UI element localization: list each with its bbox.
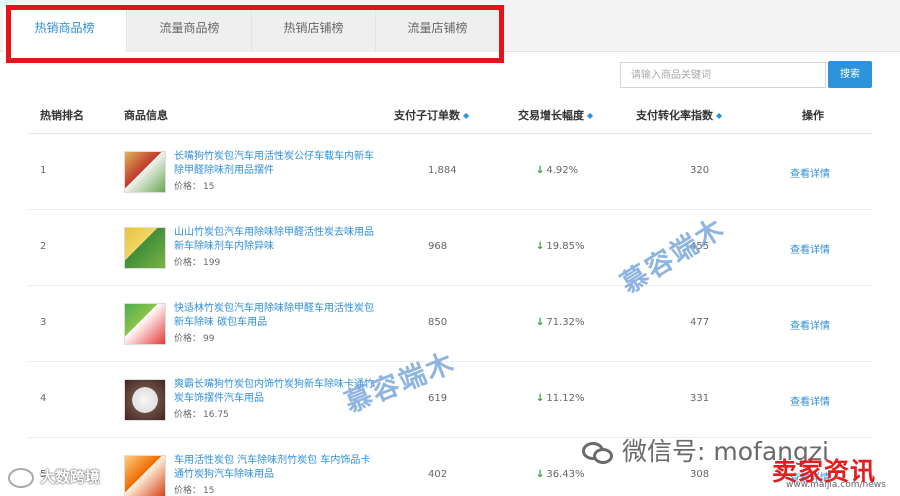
logo-url: www.maijia.com/news bbox=[786, 480, 886, 490]
arrow-down-icon: ↓ bbox=[536, 165, 545, 176]
view-details-link[interactable]: 查看详情 bbox=[790, 393, 830, 408]
rank-value: 1 bbox=[40, 165, 47, 176]
product-name-link[interactable]: 长嘴狗竹炭包汽车用活性炭公仔车载车内新车除甲醛除味剂用品摆件 bbox=[174, 150, 374, 178]
growth-value: ↓ 11.12% bbox=[536, 393, 585, 404]
price-label: 价格： bbox=[174, 486, 202, 496]
tab-bar: 热销商品榜 流量商品榜 热销店铺榜 流量店铺榜 bbox=[0, 0, 900, 52]
conversion-value: 477 bbox=[690, 317, 710, 328]
product-price: 价格： 99 bbox=[174, 331, 214, 344]
header-product: 商品信息 bbox=[124, 109, 168, 122]
orders-value: 402 bbox=[428, 469, 448, 480]
product-thumbnail[interactable] bbox=[124, 227, 166, 269]
price-label: 价格： bbox=[174, 334, 202, 344]
price-value: 16.75 bbox=[203, 410, 229, 420]
price-value: 15 bbox=[203, 486, 215, 496]
growth-percent: 11.12% bbox=[546, 393, 585, 404]
view-details-link[interactable]: 查看详情 bbox=[790, 241, 830, 256]
sort-icon[interactable]: ◆ bbox=[463, 98, 469, 134]
orders-value: 1,884 bbox=[428, 165, 457, 176]
conversion-value: 320 bbox=[690, 165, 710, 176]
growth-percent: 36.43% bbox=[546, 469, 585, 480]
growth-value: ↓ 36.43% bbox=[536, 469, 585, 480]
tab-hot-products[interactable]: 热销商品榜 bbox=[3, 8, 127, 52]
price-label: 价格： bbox=[174, 410, 202, 420]
price-value: 15 bbox=[203, 182, 215, 192]
product-name-link[interactable]: 车用活性炭包 汽车除味剂竹炭包 车内饰品卡通竹炭狗汽车除味用品 bbox=[174, 454, 374, 482]
tab-traffic-stores[interactable]: 流量店铺榜 bbox=[376, 8, 500, 52]
header-orders-label: 支付子订单数 bbox=[394, 109, 460, 122]
tab-traffic-products[interactable]: 流量商品榜 bbox=[128, 8, 252, 52]
product-thumbnail[interactable] bbox=[124, 303, 166, 345]
header-growth[interactable]: 交易增长幅度 ◆ bbox=[518, 98, 593, 134]
table-row: 2 山山竹炭包汽车用除味除甲醛活性炭去味用品新车除味剂车内除异味 价格： 199 … bbox=[28, 210, 872, 286]
logo-left-text: 大数跨境 bbox=[40, 468, 101, 486]
product-thumbnail[interactable] bbox=[124, 455, 166, 496]
product-name-link[interactable]: 快适林竹炭包汽车用除味除甲醛车用活性炭包新车除味 碳包车用品 bbox=[174, 302, 374, 330]
price-label: 价格： bbox=[174, 258, 202, 268]
view-details-link[interactable]: 查看详情 bbox=[790, 317, 830, 332]
view-details-link[interactable]: 查看详情 bbox=[790, 165, 830, 180]
price-value: 99 bbox=[203, 334, 215, 344]
conversion-value: 331 bbox=[690, 393, 710, 404]
growth-percent: 71.32% bbox=[546, 317, 585, 328]
search-input[interactable] bbox=[620, 62, 826, 88]
rank-value: 3 bbox=[40, 317, 47, 328]
logo-left: 大数跨境 bbox=[8, 466, 100, 488]
orders-value: 968 bbox=[428, 241, 448, 252]
growth-value: ↓ 4.92% bbox=[536, 165, 578, 176]
header-rank: 热销排名 bbox=[40, 109, 84, 122]
tab-hot-stores[interactable]: 热销店铺榜 bbox=[252, 8, 376, 52]
table-row: 1 长嘴狗竹炭包汽车用活性炭公仔车载车内新车除甲醛除味剂用品摆件 价格： 15 1… bbox=[28, 134, 872, 210]
arrow-down-icon: ↓ bbox=[536, 469, 545, 480]
growth-value: ↓ 19.85% bbox=[536, 241, 585, 252]
header-conversion[interactable]: 支付转化率指数 ◆ bbox=[636, 98, 722, 134]
product-price: 价格： 15 bbox=[174, 179, 214, 192]
rank-value: 2 bbox=[40, 241, 47, 252]
table-header: 热销排名 商品信息 支付子订单数 ◆ 交易增长幅度 ◆ 支付转化率指数 ◆ 操作 bbox=[28, 98, 872, 134]
orders-value: 850 bbox=[428, 317, 448, 328]
arrow-down-icon: ↓ bbox=[536, 317, 545, 328]
product-thumbnail[interactable] bbox=[124, 379, 166, 421]
price-value: 199 bbox=[203, 258, 221, 268]
rank-value: 4 bbox=[40, 393, 47, 404]
sort-icon[interactable]: ◆ bbox=[587, 98, 593, 134]
brand-mark-icon bbox=[8, 467, 34, 488]
product-price: 价格： 15 bbox=[174, 483, 214, 496]
growth-percent: 4.92% bbox=[546, 165, 579, 176]
sort-icon[interactable]: ◆ bbox=[716, 98, 722, 134]
header-orders[interactable]: 支付子订单数 ◆ bbox=[394, 98, 469, 134]
orders-value: 619 bbox=[428, 393, 448, 404]
growth-value: ↓ 71.32% bbox=[536, 317, 585, 328]
product-price: 价格： 16.75 bbox=[174, 407, 229, 420]
wechat-icon bbox=[582, 440, 616, 466]
product-price: 价格： 199 bbox=[174, 255, 220, 268]
growth-percent: 19.85% bbox=[546, 241, 585, 252]
product-thumbnail[interactable] bbox=[124, 151, 166, 193]
price-label: 价格： bbox=[174, 182, 202, 192]
search-button[interactable]: 搜索 bbox=[828, 61, 872, 88]
product-name-link[interactable]: 山山竹炭包汽车用除味除甲醛活性炭去味用品新车除味剂车内除异味 bbox=[174, 226, 374, 254]
header-action: 操作 bbox=[802, 109, 824, 122]
header-growth-label: 交易增长幅度 bbox=[518, 109, 584, 122]
header-conversion-label: 支付转化率指数 bbox=[636, 109, 713, 122]
arrow-down-icon: ↓ bbox=[536, 241, 545, 252]
arrow-down-icon: ↓ bbox=[536, 393, 545, 404]
conversion-value: 308 bbox=[690, 469, 710, 480]
